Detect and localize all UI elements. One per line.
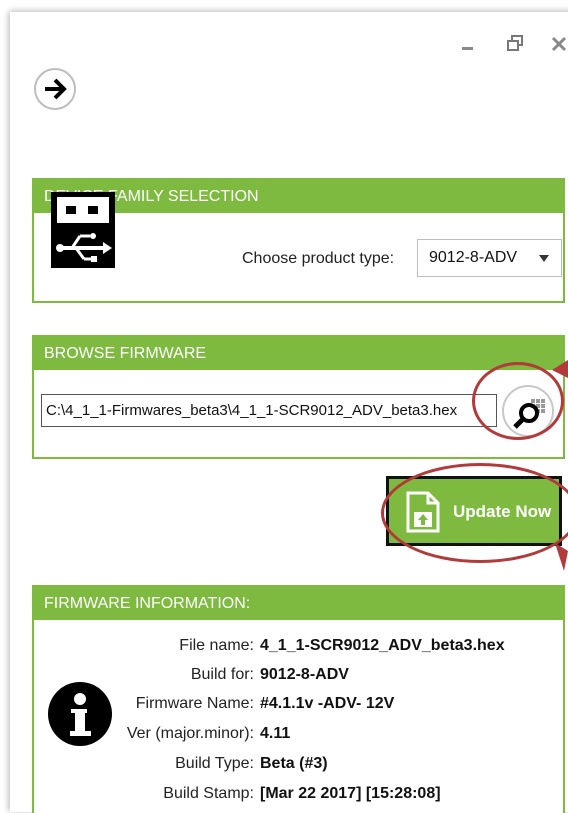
update-now-button[interactable]: Update Now [386,476,562,546]
choose-product-label: Choose product type: [242,250,395,267]
annotation-arrow-icon [555,543,568,571]
info-row-build-type: Build Type: Beta (#3) [34,755,327,777]
browse-button[interactable] [502,385,554,437]
close-icon [551,36,567,52]
info-label: Build Type: [175,755,254,772]
minimize-icon [462,47,473,50]
firmware-info-panel: FIRMWARE INFORMATION: File name: 4_1_1-S… [32,585,565,813]
restore-icon [507,35,523,51]
firmware-path-input[interactable] [41,394,497,427]
info-row-build-for: Build for: 9012-8-ADV [34,666,349,688]
info-label: Ver (major.minor): [126,725,254,742]
device-family-panel: DEVICE FAMILY SELECTION Choose product t… [32,178,565,303]
info-row-build-stamp: Build Stamp: [Mar 22 2017] [15:28:08] [34,785,440,807]
minimize-button[interactable] [455,32,481,58]
app-window: DEVICE FAMILY SELECTION Choose product t… [10,12,568,813]
usb-icon [48,191,118,270]
info-label: Firmware Name: [135,695,254,712]
firmware-info-header: FIRMWARE INFORMATION: [34,587,563,620]
restore-button[interactable] [502,32,528,58]
info-value: #4.1.1v -ADV- 12V [260,695,395,712]
info-row-firmware-name: Firmware Name: #4.1.1v -ADV- 12V [34,695,395,717]
next-button[interactable] [34,68,76,110]
upload-document-icon [406,491,440,533]
info-value: Beta (#3) [260,755,328,772]
product-type-select[interactable]: 9012-8-ADV [417,239,562,277]
product-type-value: 9012-8-ADV [429,249,518,266]
info-value: 9012-8-ADV [260,666,349,683]
info-label: Build Stamp: [163,785,254,802]
chevron-down-icon [539,255,549,262]
update-now-label: Update Now [453,502,552,521]
info-row-file-name: File name: 4_1_1-SCR9012_ADV_beta3.hex [34,637,504,659]
info-label: Build for: [190,666,254,683]
browse-firmware-header: BROWSE FIRMWARE [34,337,563,370]
info-value: [Mar 22 2017] [15:28:08] [260,785,441,802]
info-value: 4.11 [260,725,291,742]
search-icon [513,399,545,429]
browse-firmware-panel: BROWSE FIRMWARE [32,335,565,459]
info-row-version: Ver (major.minor): 4.11 [34,725,290,747]
info-label: File name: [179,637,254,654]
arrow-right-icon [45,78,67,100]
annotation-arrow-icon [552,360,568,378]
info-value: 4_1_1-SCR9012_ADV_beta3.hex [260,637,505,654]
close-button[interactable] [547,32,568,58]
